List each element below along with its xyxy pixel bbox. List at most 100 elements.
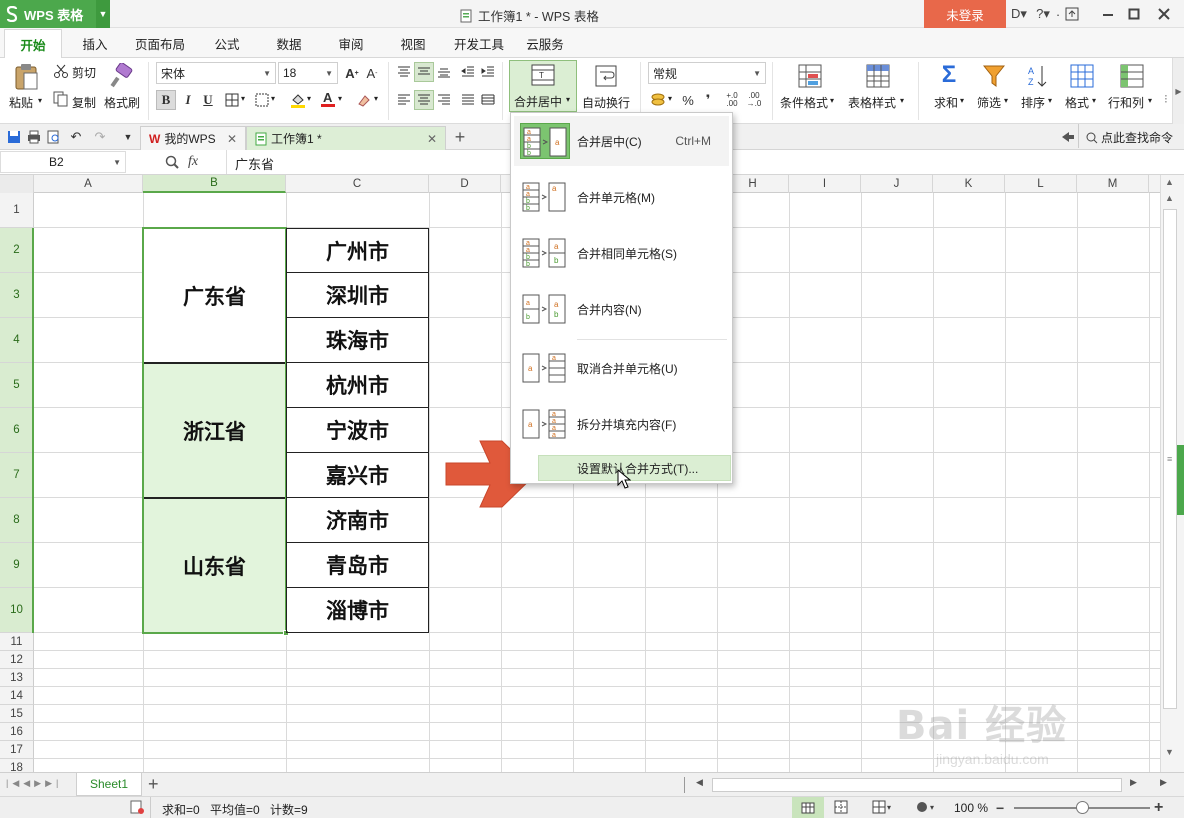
thousands-separator-icon[interactable]: ❜ [698, 90, 718, 110]
chevron-down-icon[interactable]: ▾ [338, 94, 342, 103]
menu-item-split-fill[interactable]: aaaaa 拆分并填充内容(F) [514, 399, 729, 449]
chevron-down-icon[interactable]: ▾ [271, 94, 275, 103]
tab-developer[interactable]: 开发工具 [448, 28, 510, 58]
sheet-tab-sheet1[interactable]: Sheet1 [76, 773, 142, 796]
filter-label[interactable]: 筛选 [977, 94, 1001, 111]
sort-icon[interactable]: AZ [1024, 62, 1052, 90]
quick-access-dropdown-icon[interactable]: ▼ [118, 127, 138, 147]
col-header-l[interactable]: L [1005, 175, 1077, 193]
menu-item-unmerge-cells[interactable]: aa 取消合并单元格(U) [514, 343, 729, 393]
bold-button[interactable]: B [156, 90, 176, 110]
print-icon[interactable] [24, 127, 44, 147]
row-header-11[interactable]: 11 [0, 633, 34, 651]
wrap-text-label[interactable]: 自动换行 [582, 94, 630, 111]
font-name-select[interactable]: 宋体 ▼ [156, 62, 276, 84]
normal-view-icon[interactable] [792, 797, 824, 818]
tab-workbook1[interactable]: 工作簿1 * ✕ [246, 126, 446, 150]
scroll-end-icon[interactable]: ▶ [1160, 777, 1167, 788]
italic-button[interactable]: I [178, 90, 198, 110]
name-box[interactable]: B2 ▼ [0, 151, 126, 173]
row-header-15[interactable]: 15 [0, 705, 34, 723]
menu-item-merge-cells[interactable]: aabba 合并单元格(M) [514, 172, 729, 222]
col-header-a[interactable]: A [34, 175, 143, 193]
row-header-13[interactable]: 13 [0, 669, 34, 687]
chevron-down-icon[interactable]: ▾ [1148, 96, 1152, 105]
underline-button[interactable]: U [198, 90, 218, 110]
row-header-16[interactable]: 16 [0, 723, 34, 741]
col-header-c[interactable]: C [286, 175, 429, 193]
paste-dropdown-icon[interactable]: ▾ [38, 96, 42, 105]
paste-icon[interactable] [10, 62, 42, 92]
conditional-format-icon[interactable] [796, 62, 824, 90]
percent-button[interactable]: % [678, 90, 698, 110]
decrease-decimal-icon[interactable]: .00 →.0 [744, 90, 764, 110]
close-icon[interactable]: ✕ [427, 132, 437, 146]
tab-insert[interactable]: 插入 [70, 28, 120, 58]
copy-icon[interactable] [52, 90, 70, 108]
horizontal-scrollbar[interactable] [712, 778, 1122, 792]
merge-center-button[interactable]: T 合并居中 ▾ [509, 60, 577, 112]
menu-item-merge-center[interactable]: aabba 合并居中(C) Ctrl+M [514, 116, 729, 166]
row-header-4[interactable]: 4 [0, 318, 34, 363]
format-painter-label[interactable]: 格式刷 [104, 94, 140, 111]
chevron-down-icon[interactable]: ▾ [1048, 96, 1052, 105]
row-header-6[interactable]: 6 [0, 408, 34, 453]
sort-label[interactable]: 排序 [1021, 94, 1045, 111]
col-header-d[interactable]: D [429, 175, 501, 193]
skin-icon[interactable]: D▾ [1006, 4, 1032, 24]
wps-app-menu-button[interactable]: WPS 表格 ▼ [0, 0, 110, 28]
decrease-font-icon[interactable]: A- [362, 63, 382, 83]
tab-data[interactable]: 数据 [264, 28, 314, 58]
ribbon-more-icon[interactable]: ⁝ [1164, 92, 1168, 106]
rows-cols-icon[interactable] [1118, 62, 1146, 90]
scroll-left-icon[interactable]: ◀ [696, 777, 703, 788]
col-header-m[interactable]: M [1077, 175, 1149, 193]
sheet-nav-arrows-icon[interactable]: |◀◀▶▶| [6, 778, 62, 789]
new-tab-icon[interactable]: + [450, 127, 470, 147]
chevron-down-icon[interactable]: ▾ [668, 94, 672, 103]
menu-item-merge-same-cells[interactable]: aabbab 合并相同单元格(S) [514, 228, 729, 278]
col-header-k[interactable]: K [933, 175, 1005, 193]
vertical-scrollbar[interactable]: ▲ ▲ ≡ ▼ [1160, 175, 1184, 772]
currency-icon[interactable] [648, 90, 668, 110]
row-header-5[interactable]: 5 [0, 363, 34, 408]
restore-ribbon-icon[interactable] [1062, 4, 1082, 24]
eye-protection-icon[interactable]: ▾ [916, 800, 938, 817]
cell-c10[interactable]: 淄博市 [286, 588, 429, 633]
decrease-indent-icon[interactable] [458, 62, 478, 82]
chevron-down-icon[interactable]: ▾ [960, 96, 964, 105]
close-icon[interactable]: ✕ [227, 132, 237, 146]
format-painter-icon[interactable] [108, 62, 136, 90]
number-format-select[interactable]: 常规 ▼ [648, 62, 766, 84]
chevron-down-icon[interactable]: ▾ [307, 94, 311, 103]
row-header-12[interactable]: 12 [0, 651, 34, 669]
scroll-top-icon[interactable]: ▲ [1165, 177, 1174, 187]
col-header-b[interactable]: B [143, 175, 286, 193]
chevron-down-icon[interactable]: ▾ [374, 94, 378, 103]
help-icon[interactable]: ?▾ [1032, 4, 1054, 24]
conditional-format-label[interactable]: 条件格式 [780, 94, 828, 111]
increase-decimal-icon[interactable]: +.0.00 [722, 90, 742, 110]
scroll-right-icon[interactable]: ▶ [1130, 777, 1137, 788]
zoom-in-icon[interactable]: + [1154, 799, 1163, 817]
minimize-icon[interactable] [1096, 4, 1120, 24]
row-header-2[interactable]: 2 [0, 228, 34, 273]
tab-page-layout[interactable]: 页面布局 [128, 28, 192, 58]
tab-view[interactable]: 视图 [388, 28, 438, 58]
menu-item-set-default-merge[interactable]: 设置默认合并方式(T)... [538, 455, 731, 481]
menu-toggle-icon[interactable] [1058, 127, 1078, 147]
cell-c3[interactable]: 深圳市 [286, 273, 429, 318]
menu-item-merge-content[interactable]: abab 合并内容(N) [514, 284, 729, 334]
tab-review[interactable]: 审阅 [326, 28, 376, 58]
row-header-9[interactable]: 9 [0, 543, 34, 588]
align-left-icon[interactable] [394, 90, 414, 110]
align-center-icon[interactable] [414, 90, 434, 110]
chevron-down-icon[interactable]: ▾ [1004, 96, 1008, 105]
chevron-down-icon[interactable]: ▾ [1092, 96, 1096, 105]
chevron-down-icon[interactable]: ▾ [241, 94, 245, 103]
select-all-corner[interactable] [0, 175, 34, 193]
font-size-select[interactable]: 18 ▼ [278, 62, 338, 84]
zoom-level[interactable]: 100 % [954, 801, 988, 815]
cell-c8[interactable]: 济南市 [286, 498, 429, 543]
filter-icon[interactable] [980, 62, 1008, 90]
